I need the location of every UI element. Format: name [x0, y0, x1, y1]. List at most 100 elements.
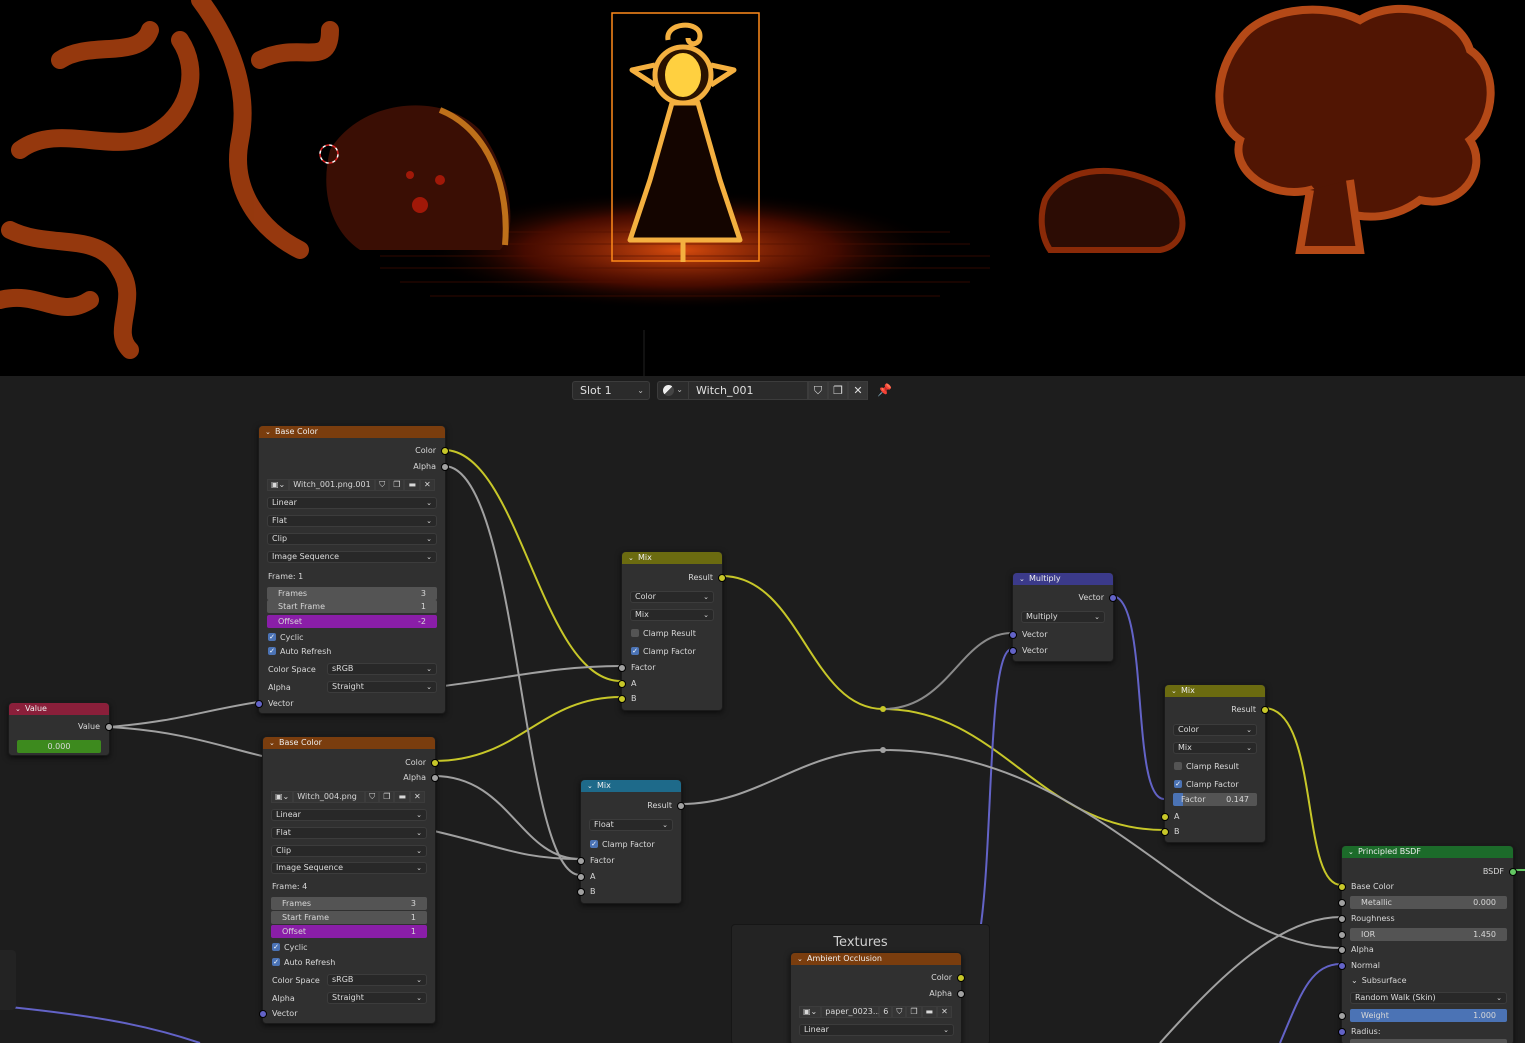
offset-field[interactable]: Offset -2 [267, 615, 437, 628]
node-header[interactable]: ⌄ Ambient Occlusion [791, 953, 961, 965]
frames-field[interactable]: Frames 3 [267, 587, 437, 600]
material-browse-button[interactable]: ⌄ [657, 381, 689, 400]
image-browse-icon[interactable]: ▣⌄ [271, 791, 294, 803]
input-socket[interactable] [1338, 1012, 1346, 1020]
output-socket[interactable] [441, 447, 449, 455]
clamp-factor-checkbox[interactable]: ✓ Clamp Factor [581, 837, 681, 851]
output-socket[interactable] [1261, 706, 1269, 714]
collapse-icon[interactable]: ⌄ [587, 780, 593, 792]
image-texture-node-2[interactable]: ⌄ Base Color Color Alpha ▣⌄ Witch_004.png… [259, 736, 439, 1024]
output-socket[interactable] [1109, 594, 1117, 602]
checkbox-checked-icon[interactable]: ✓ [590, 840, 598, 848]
input-socket[interactable] [618, 695, 626, 703]
duplicate-icon[interactable]: ❐ [379, 791, 395, 803]
subsurface-panel-header[interactable]: ⌄ Subsurface [1342, 973, 1513, 987]
collapse-icon[interactable]: ⌄ [1348, 846, 1354, 858]
input-socket[interactable] [1009, 647, 1017, 655]
input-socket[interactable] [1161, 828, 1169, 836]
collapse-icon[interactable]: ⌄ [1171, 685, 1177, 697]
node-header[interactable]: ⌄ Mix [622, 552, 722, 564]
input-socket[interactable] [1338, 915, 1346, 923]
image-texture-node-1[interactable]: ⌄ Base Color Color Alpha ▣⌄ Witch_001.png… [255, 425, 449, 714]
output-socket[interactable] [431, 774, 439, 782]
subsurface-method-dropdown[interactable]: Random Walk (Skin) ⌄ [1350, 992, 1507, 1004]
output-socket[interactable] [718, 574, 726, 582]
shield-fake-user-icon[interactable]: ⛉ [365, 791, 380, 803]
close-icon[interactable]: ✕ [937, 1006, 952, 1018]
duplicate-icon[interactable]: ❐ [906, 1006, 922, 1018]
clamp-factor-checkbox[interactable]: ✓ Clamp Factor [622, 644, 722, 658]
input-socket[interactable] [1338, 899, 1346, 907]
output-socket[interactable] [105, 723, 113, 731]
fake-user-button[interactable]: ⛉ [808, 381, 828, 400]
source-dropdown[interactable]: Image Sequence ⌄ [267, 551, 437, 563]
collapse-icon[interactable]: ⌄ [265, 426, 271, 438]
close-icon[interactable]: ✕ [410, 791, 425, 803]
data-type-dropdown[interactable]: Color ⌄ [630, 591, 714, 603]
clamp-factor-checkbox[interactable]: ✓ Clamp Factor [1165, 777, 1265, 791]
interpolation-dropdown[interactable]: Linear ⌄ [267, 497, 437, 509]
operation-dropdown[interactable]: Multiply ⌄ [1021, 611, 1105, 623]
input-socket[interactable] [259, 1010, 267, 1018]
ior-field[interactable]: IOR 1.450 [1350, 928, 1507, 941]
image-browse-icon[interactable]: ▣⌄ [799, 1006, 822, 1018]
collapse-icon[interactable]: ⌄ [269, 737, 275, 749]
projection-dropdown[interactable]: Flat ⌄ [267, 515, 437, 527]
input-socket[interactable] [618, 664, 626, 672]
image-browse-icon[interactable]: ▣⌄ [267, 479, 290, 491]
3d-viewport[interactable] [0, 0, 1525, 376]
input-socket[interactable] [1338, 962, 1346, 970]
input-socket[interactable] [1338, 946, 1346, 954]
checkbox-unchecked-icon[interactable]: ✓ [631, 629, 639, 637]
input-socket[interactable] [1161, 813, 1169, 821]
data-type-dropdown[interactable]: Float ⌄ [589, 819, 673, 831]
input-socket[interactable] [577, 857, 585, 865]
vector-math-multiply-node[interactable]: ⌄ Multiply Vector Multiply ⌄ Vector Vector [1009, 572, 1117, 662]
cyclic-checkbox[interactable]: ✓ Cyclic [259, 630, 445, 644]
node-header[interactable]: ⌄ Value [9, 703, 109, 715]
folder-icon[interactable]: ▬ [921, 1006, 938, 1018]
output-socket[interactable] [441, 463, 449, 471]
principled-bsdf-node[interactable]: ⌄ Principled BSDF BSDF Base Color Metalli… [1338, 845, 1517, 1043]
alpha-mode-dropdown[interactable]: Straight ⌄ [327, 992, 427, 1004]
user-count[interactable]: 6 [879, 1006, 893, 1018]
offscreen-frame[interactable] [0, 950, 16, 1010]
frames-field[interactable]: Frames 3 [271, 897, 427, 910]
projection-dropdown[interactable]: Flat ⌄ [271, 827, 427, 839]
auto-refresh-checkbox[interactable]: ✓ Auto Refresh [263, 955, 435, 969]
checkbox-unchecked-icon[interactable]: ✓ [1174, 762, 1182, 770]
duplicate-icon[interactable]: ❐ [389, 479, 405, 491]
checkbox-checked-icon[interactable]: ✓ [268, 647, 276, 655]
image-selector[interactable]: ▣⌄ Witch_004.png ⛉ ❐ ▬ ✕ [271, 791, 425, 803]
node-header[interactable]: ⌄ Base Color [263, 737, 435, 749]
shield-fake-user-icon[interactable]: ⛉ [892, 1006, 907, 1018]
color-space-dropdown[interactable]: sRGB ⌄ [327, 663, 437, 675]
ambient-occlusion-image-node[interactable]: ⌄ Ambient Occlusion Color Alpha ▣⌄ paper_… [790, 952, 965, 1043]
value-node[interactable]: ⌄ Value Value 0.000 [8, 702, 113, 756]
source-dropdown[interactable]: Image Sequence ⌄ [271, 862, 427, 874]
input-socket[interactable] [1338, 883, 1346, 891]
alpha-mode-dropdown[interactable]: Straight ⌄ [327, 681, 437, 693]
metallic-field[interactable]: Metallic 0.000 [1350, 896, 1507, 909]
collapse-icon[interactable]: ⌄ [628, 552, 634, 564]
pin-icon[interactable]: 📌 [877, 383, 892, 397]
input-socket[interactable] [618, 680, 626, 688]
mix-color-node-2[interactable]: ⌄Mix Result Color⌄ Mix⌄ ✓Clamp Result ✓C… [1161, 684, 1269, 843]
input-socket[interactable] [1338, 931, 1346, 939]
interpolation-dropdown[interactable]: Linear ⌄ [799, 1024, 954, 1036]
auto-refresh-checkbox[interactable]: ✓ Auto Refresh [259, 644, 445, 658]
output-socket[interactable] [957, 990, 965, 998]
start-frame-field[interactable]: Start Frame 1 [271, 911, 427, 924]
value-field[interactable]: 0.000 [17, 740, 101, 753]
data-type-dropdown[interactable]: Color ⌄ [1173, 724, 1257, 736]
clamp-result-checkbox[interactable]: ✓Clamp Result [1165, 759, 1265, 773]
node-header[interactable]: ⌄ Principled BSDF [1342, 846, 1513, 858]
image-selector[interactable]: ▣⌄ Witch_001.png.001 ⛉ ❐ ▬ ✕ [267, 479, 435, 491]
input-socket[interactable] [1338, 1028, 1346, 1036]
node-header[interactable]: ⌄ Mix [581, 780, 681, 792]
offset-field[interactable]: Offset 1 [271, 925, 427, 938]
checkbox-checked-icon[interactable]: ✓ [272, 943, 280, 951]
node-header[interactable]: ⌄ Multiply [1013, 573, 1113, 585]
blend-mode-dropdown[interactable]: Mix ⌄ [630, 609, 714, 621]
interpolation-dropdown[interactable]: Linear ⌄ [271, 809, 427, 821]
